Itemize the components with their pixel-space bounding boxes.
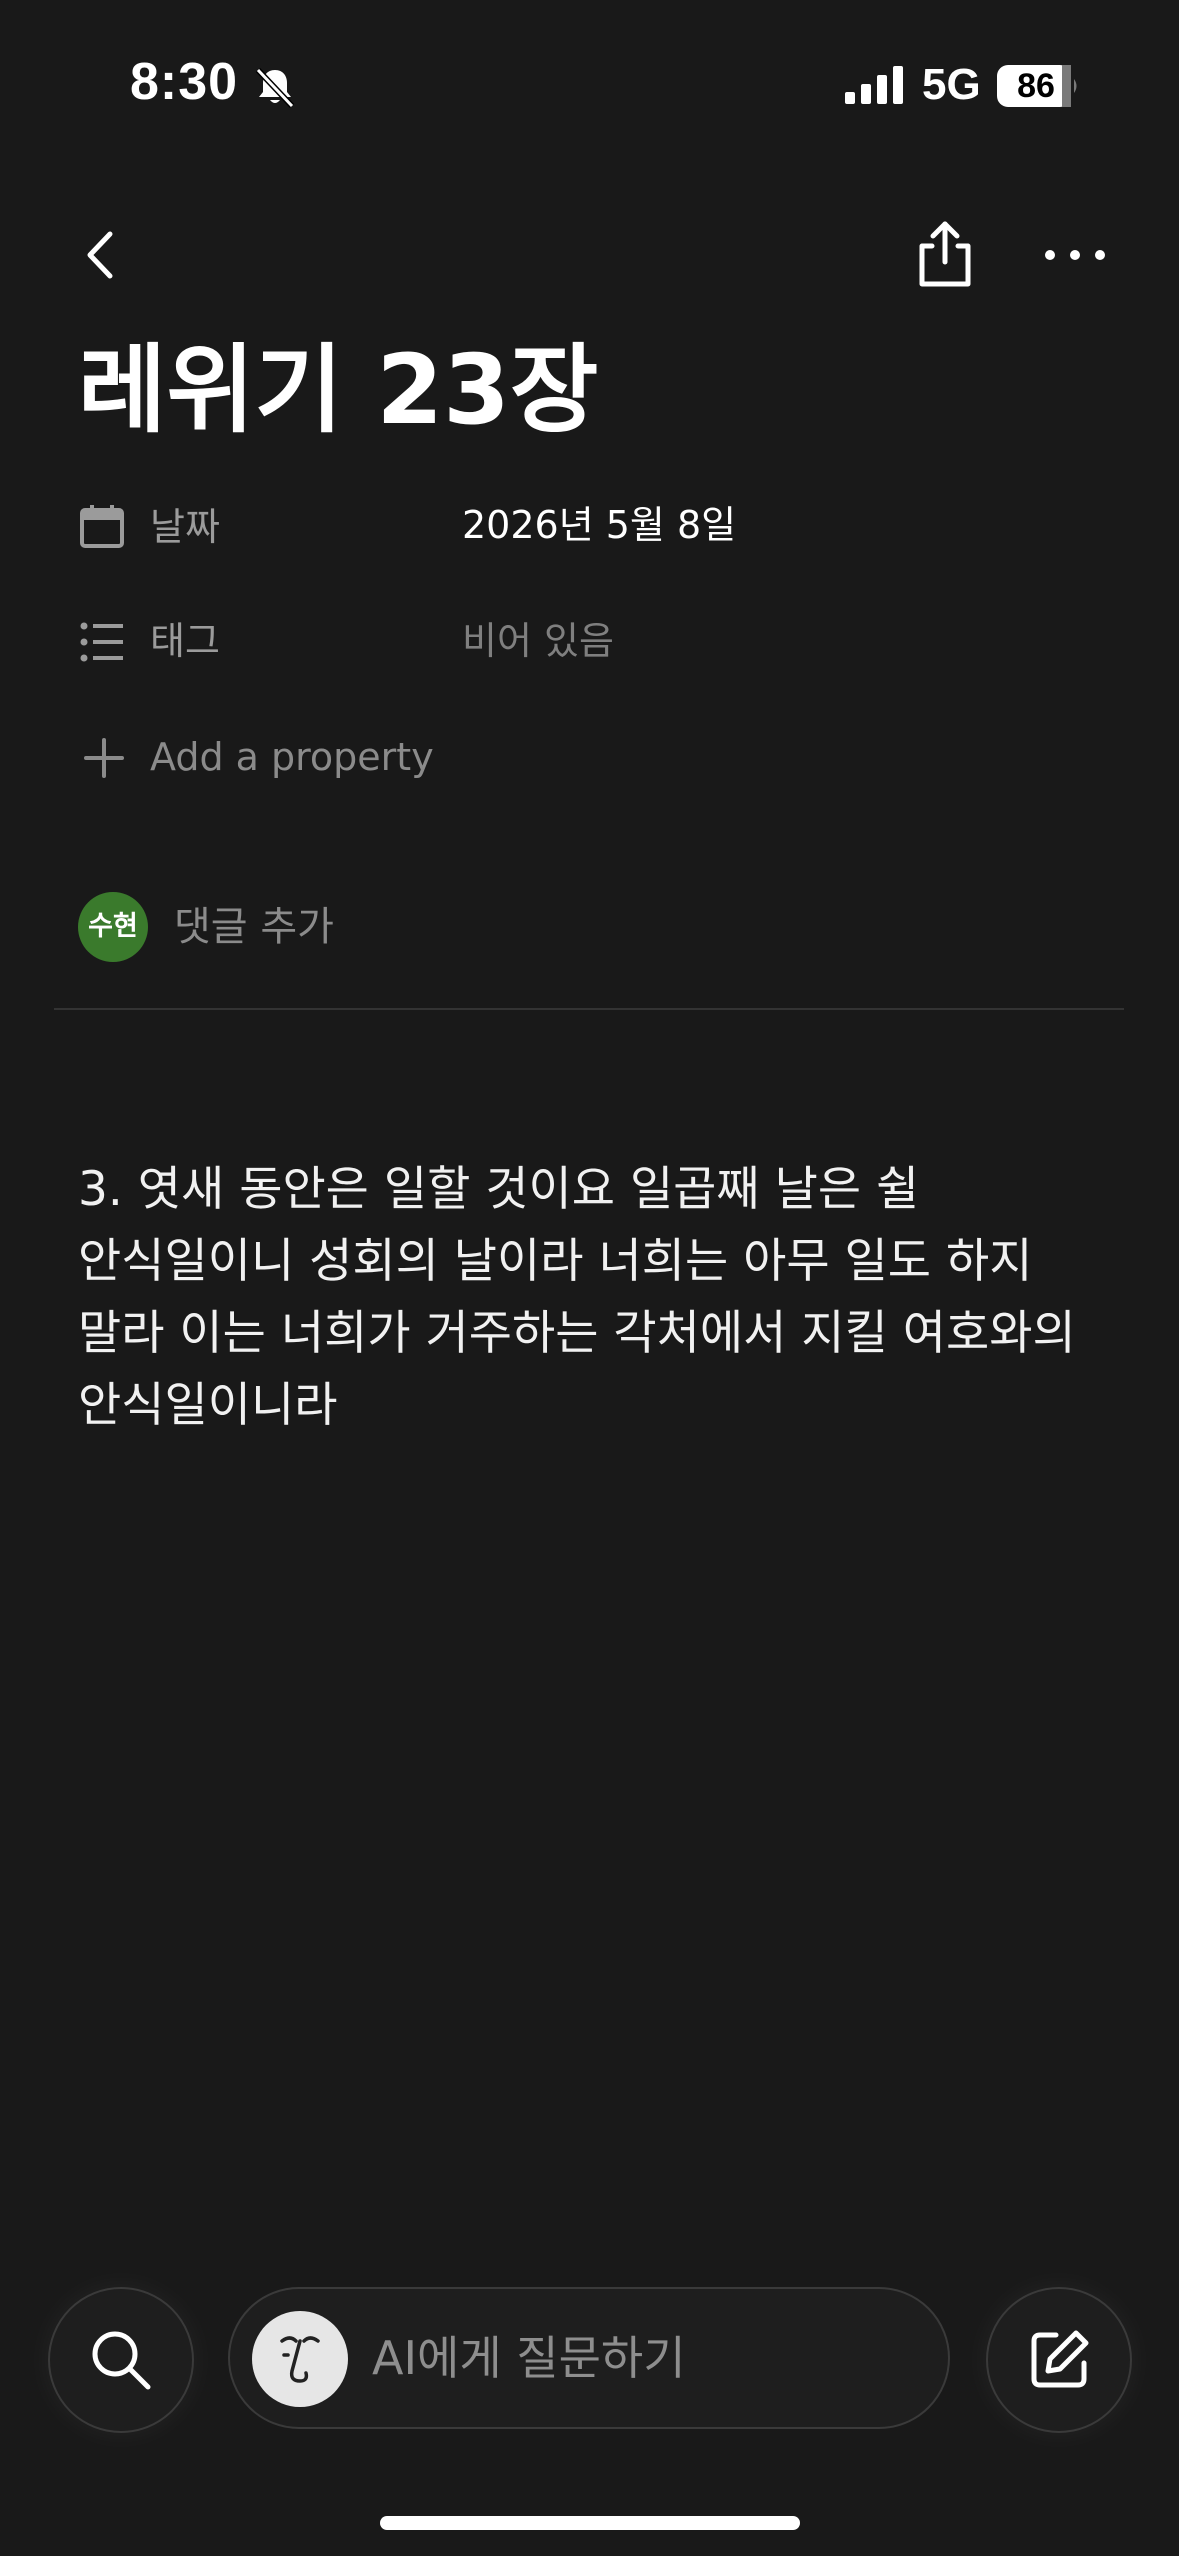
property-label-date: 날짜: [150, 505, 220, 549]
divider: [54, 1008, 1124, 1010]
plus-icon[interactable]: [80, 734, 128, 782]
compose-button[interactable]: [986, 2287, 1132, 2433]
calendar-icon: [80, 505, 124, 548]
chevron-left-icon[interactable]: [72, 222, 132, 288]
search-button[interactable]: [48, 2287, 194, 2433]
network-type: 5G: [922, 60, 981, 109]
cellular-signal-icon: [845, 66, 903, 104]
property-value-date[interactable]: 2026년 5월 8일: [462, 500, 736, 550]
share-icon[interactable]: [912, 216, 978, 292]
search-icon: [92, 2331, 151, 2390]
bell-slash-icon: [255, 67, 295, 109]
status-time: 8:30: [130, 53, 239, 111]
compose-icon: [1031, 2330, 1089, 2388]
add-comment-input[interactable]: 댓글 추가: [174, 900, 334, 954]
list-icon: [80, 622, 123, 662]
page-title[interactable]: 레위기 23장: [78, 330, 598, 450]
ai-face-icon: [252, 2311, 348, 2407]
battery-level: 86: [1017, 67, 1055, 105]
avatar: 수현: [78, 892, 148, 962]
ai-ask-placeholder: AI에게 질문하기: [372, 2331, 686, 2385]
content-paragraph[interactable]: 3. 엿새 동안은 일할 것이요 일곱째 날은 쉴 안식일이니 성회의 날이라 …: [78, 1154, 1098, 1442]
more-horizontal-icon[interactable]: [1040, 222, 1110, 288]
add-property-button[interactable]: Add a property: [150, 732, 434, 782]
property-label-tags: 태그: [150, 619, 220, 663]
home-indicator[interactable]: [380, 2516, 800, 2530]
property-value-tags[interactable]: 비어 있음: [462, 616, 614, 666]
